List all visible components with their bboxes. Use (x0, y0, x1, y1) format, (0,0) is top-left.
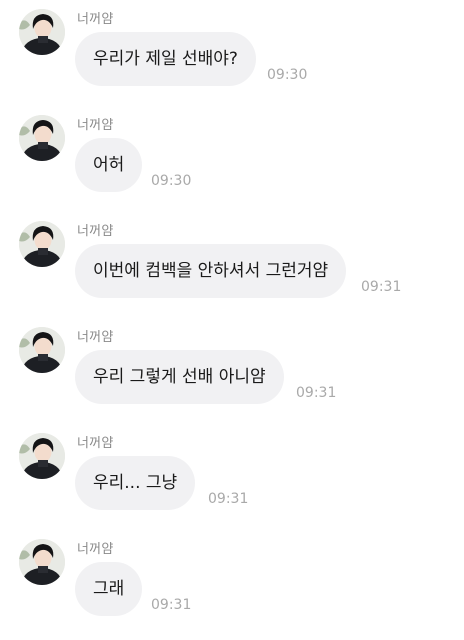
message-row: 너꺼얌 그래 09:31 (0, 530, 464, 630)
message-bubble[interactable]: 이번에 컴백을 안하셔서 그런거얌 (75, 244, 347, 298)
avatar[interactable] (19, 327, 65, 373)
message-time: 09:31 (208, 491, 249, 507)
avatar-photo-icon (19, 115, 65, 161)
sender-name: 너꺼얌 (77, 118, 114, 133)
avatar-photo-icon (19, 327, 65, 373)
avatar[interactable] (19, 9, 65, 55)
avatar-photo-icon (19, 9, 65, 55)
message-row: 너꺼얌 우리가 제일 선배야? 09:30 (0, 0, 464, 100)
avatar-photo-icon (19, 221, 65, 267)
avatar[interactable] (19, 115, 65, 161)
message-bubble[interactable]: 우리가 제일 선배야? (75, 32, 256, 86)
message-row: 너꺼얌 어허 09:30 (0, 106, 464, 206)
message-time: 09:30 (151, 173, 192, 189)
avatar-photo-icon (19, 433, 65, 479)
avatar[interactable] (19, 433, 65, 479)
message-time: 09:31 (151, 597, 192, 613)
message-time: 09:31 (361, 279, 402, 295)
message-row: 너꺼얌 이번에 컴백을 안하셔서 그런거얌 09:31 (0, 212, 464, 312)
sender-name: 너꺼얌 (77, 12, 114, 27)
message-bubble[interactable]: 어허 (75, 138, 143, 192)
avatar-photo-icon (19, 539, 65, 585)
avatar[interactable] (19, 539, 65, 585)
message-time: 09:31 (296, 385, 337, 401)
message-time: 09:30 (267, 67, 308, 83)
message-bubble[interactable]: 우리... 그냥 (75, 456, 196, 510)
sender-name: 너꺼얌 (77, 330, 114, 345)
message-row: 너꺼얌 우리... 그냥 09:31 (0, 424, 464, 524)
sender-name: 너꺼얌 (77, 436, 114, 451)
message-row: 너꺼얌 우리 그렇게 선배 아니얌 09:31 (0, 318, 464, 418)
chat-view: 너꺼얌 우리가 제일 선배야? 09:30 너꺼얌 어허 09:30 너꺼얌 이… (0, 0, 464, 640)
avatar[interactable] (19, 221, 65, 267)
message-bubble[interactable]: 그래 (75, 562, 143, 616)
sender-name: 너꺼얌 (77, 542, 114, 557)
message-bubble[interactable]: 우리 그렇게 선배 아니얌 (75, 350, 284, 404)
sender-name: 너꺼얌 (77, 224, 114, 239)
